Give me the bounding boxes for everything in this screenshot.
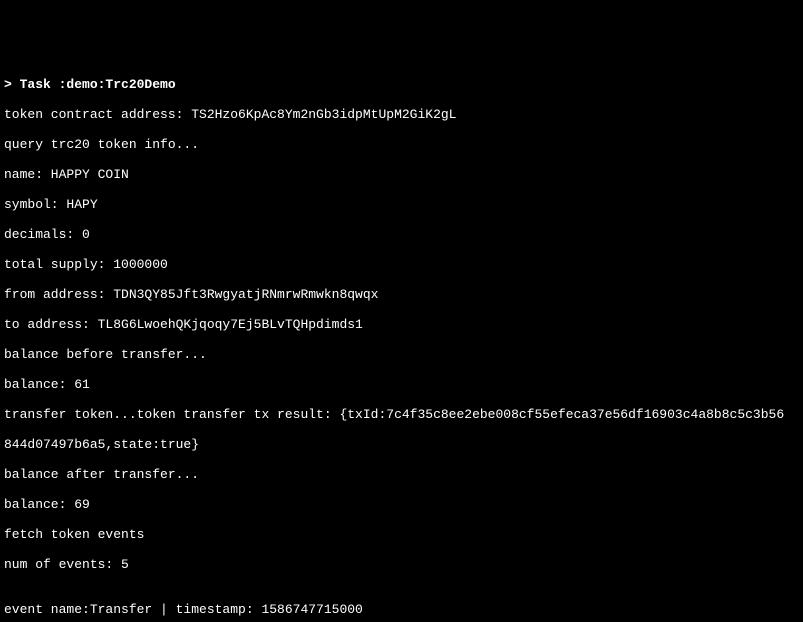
numevents-line: num of events: 5 bbox=[4, 557, 799, 572]
query-line: query trc20 token info... bbox=[4, 137, 799, 152]
event-block: event name:Transfer | timestamp: 1586747… bbox=[4, 587, 799, 622]
contract-line: token contract address: TS2Hzo6KpAc8Ym2n… bbox=[4, 107, 799, 122]
to-line: to address: TL8G6LwoehQKjqoqy7Ej5BLvTQHp… bbox=[4, 317, 799, 332]
balance1-line: balance: 61 bbox=[4, 377, 799, 392]
name-line: name: HAPPY COIN bbox=[4, 167, 799, 182]
symbol-line: symbol: HAPY bbox=[4, 197, 799, 212]
balance2-line: balance: 69 bbox=[4, 497, 799, 512]
transfer-line2: 844d07497b6a5,state:true} bbox=[4, 437, 799, 452]
bal-before-line: balance before transfer... bbox=[4, 347, 799, 362]
bal-after-line: balance after transfer... bbox=[4, 467, 799, 482]
event-header: event name:Transfer | timestamp: 1586747… bbox=[4, 602, 799, 617]
supply-line: total supply: 1000000 bbox=[4, 257, 799, 272]
from-line: from address: TDN3QY85Jft3RwgyatjRNmrwRm… bbox=[4, 287, 799, 302]
terminal-output: > Task :demo:Trc20Demo token contract ad… bbox=[0, 60, 803, 622]
transfer-line1: transfer token...token transfer tx resul… bbox=[4, 407, 799, 422]
decimals-line: decimals: 0 bbox=[4, 227, 799, 242]
task-header: > Task :demo:Trc20Demo bbox=[4, 77, 799, 92]
fetch-line: fetch token events bbox=[4, 527, 799, 542]
